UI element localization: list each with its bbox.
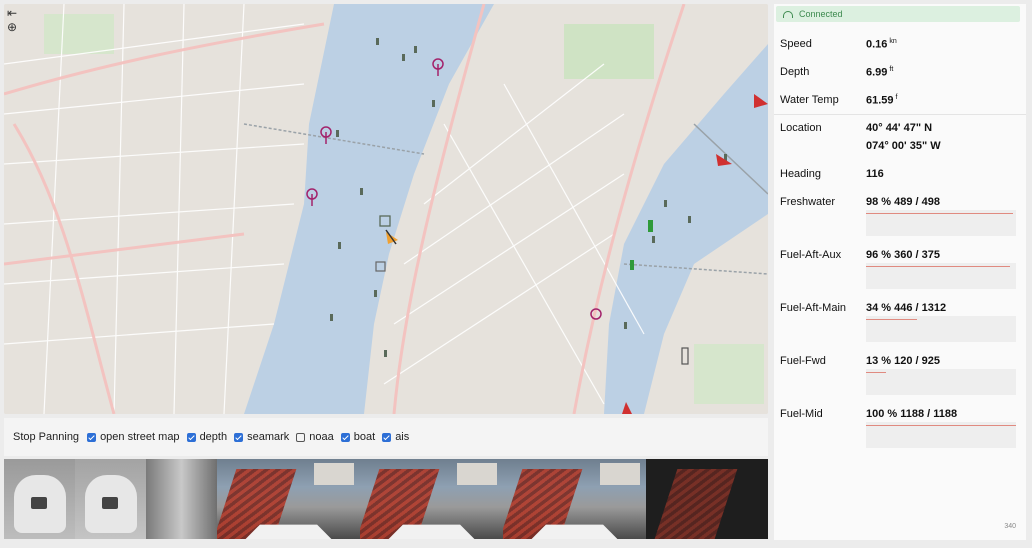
camera-feed-7[interactable]: [646, 459, 768, 539]
water-temp-label: Water Temp: [780, 94, 839, 106]
tank-level-bar: [866, 316, 1016, 342]
checkbox[interactable]: [340, 432, 350, 442]
tank-value: 13 % 120 / 925: [866, 355, 941, 367]
checkbox[interactable]: [382, 432, 392, 442]
tank-value: 34 % 446 / 1312: [866, 302, 947, 314]
tank-value: 100 % 1188 / 1188: [866, 408, 958, 420]
layer-controls: Stop Panning open street map depth seama…: [4, 418, 768, 456]
layer-toggle-ais[interactable]: ais: [382, 431, 409, 443]
tank-value: 96 % 360 / 375: [866, 249, 941, 261]
layer-toggle-boat[interactable]: boat: [340, 431, 376, 443]
camera-feed-2[interactable]: [75, 459, 146, 539]
depth-value: 6.99 ft: [866, 66, 893, 79]
map-canvas[interactable]: [4, 4, 768, 414]
tank-value: 98 % 489 / 498: [866, 196, 941, 208]
checkbox[interactable]: [296, 432, 306, 442]
arrow-collapse-icon[interactable]: ⇤: [7, 7, 17, 19]
layer-toggle-seamark[interactable]: seamark: [234, 431, 289, 443]
camera-feed-6[interactable]: [503, 459, 646, 539]
tank-level-bar: [866, 263, 1016, 289]
tank-level-line: [866, 319, 917, 320]
divider: [774, 114, 1026, 115]
camera-feed-1[interactable]: [4, 459, 75, 539]
camera-strip: [4, 459, 768, 539]
tank-level-bar: [866, 422, 1016, 448]
tank-level-line: [866, 213, 1013, 214]
water-temp-unit: f: [895, 94, 898, 101]
tank-label: Fuel-Aft-Aux: [780, 249, 842, 261]
location-lat: 40° 44' 47" N: [866, 122, 933, 134]
connection-status: Connected: [776, 6, 1020, 22]
tank-level-line: [866, 425, 1016, 426]
depth-unit: ft: [889, 66, 894, 73]
tank-label: Fuel-Mid: [780, 408, 823, 420]
speed-label: Speed: [780, 38, 812, 50]
tank-label: Freshwater: [780, 196, 836, 208]
depth-number: 6.99: [866, 66, 888, 79]
water-temp-number: 61.59: [866, 94, 894, 107]
crosshair-icon[interactable]: ⊕: [7, 21, 17, 33]
tank-label: Fuel-Aft-Main: [780, 302, 847, 314]
stop-panning-button[interactable]: Stop Panning: [13, 431, 79, 443]
speed-unit: kn: [889, 38, 897, 45]
corner-number: 340: [1004, 523, 1016, 530]
layer-label: open street map: [100, 431, 180, 443]
camera-feed-4[interactable]: [217, 459, 360, 539]
tank-level-bar: [866, 210, 1016, 236]
layer-label: boat: [353, 431, 376, 443]
tank-level-line: [866, 266, 1010, 267]
wifi-icon: [783, 10, 793, 18]
speed-value: 0.16 kn: [866, 38, 897, 51]
camera-feed-3[interactable]: [146, 459, 217, 539]
checkbox[interactable]: [234, 432, 244, 442]
tank-label: Fuel-Fwd: [780, 355, 826, 367]
heading-label: Heading: [780, 168, 821, 180]
layer-label: noaa: [309, 431, 334, 443]
layer-toggle-open-street-map[interactable]: open street map: [87, 431, 180, 443]
chart-map[interactable]: ⇤ ⊕: [4, 4, 768, 414]
checkbox[interactable]: [186, 432, 196, 442]
location-lon: 074° 00' 35" W: [866, 140, 941, 152]
heading-value: 116: [866, 168, 884, 180]
instrument-panel: Connected Speed 0.16 kn Depth 6.99 ft Wate…: [774, 4, 1026, 540]
tank-level-line: [866, 372, 886, 373]
speed-number: 0.16: [866, 38, 888, 51]
water-temp-value: 61.59 f: [866, 94, 897, 107]
camera-feed-5[interactable]: [360, 459, 503, 539]
layer-label: depth: [199, 431, 228, 443]
layer-toggle-noaa[interactable]: noaa: [296, 431, 334, 443]
layer-toggle-depth[interactable]: depth: [186, 431, 228, 443]
checkbox[interactable]: [87, 432, 97, 442]
layer-label: seamark: [247, 431, 290, 443]
layer-label: ais: [395, 431, 410, 443]
connection-status-label: Connected: [799, 9, 843, 19]
tank-level-bar: [866, 369, 1016, 395]
location-label: Location: [780, 122, 822, 134]
depth-label: Depth: [780, 66, 810, 78]
